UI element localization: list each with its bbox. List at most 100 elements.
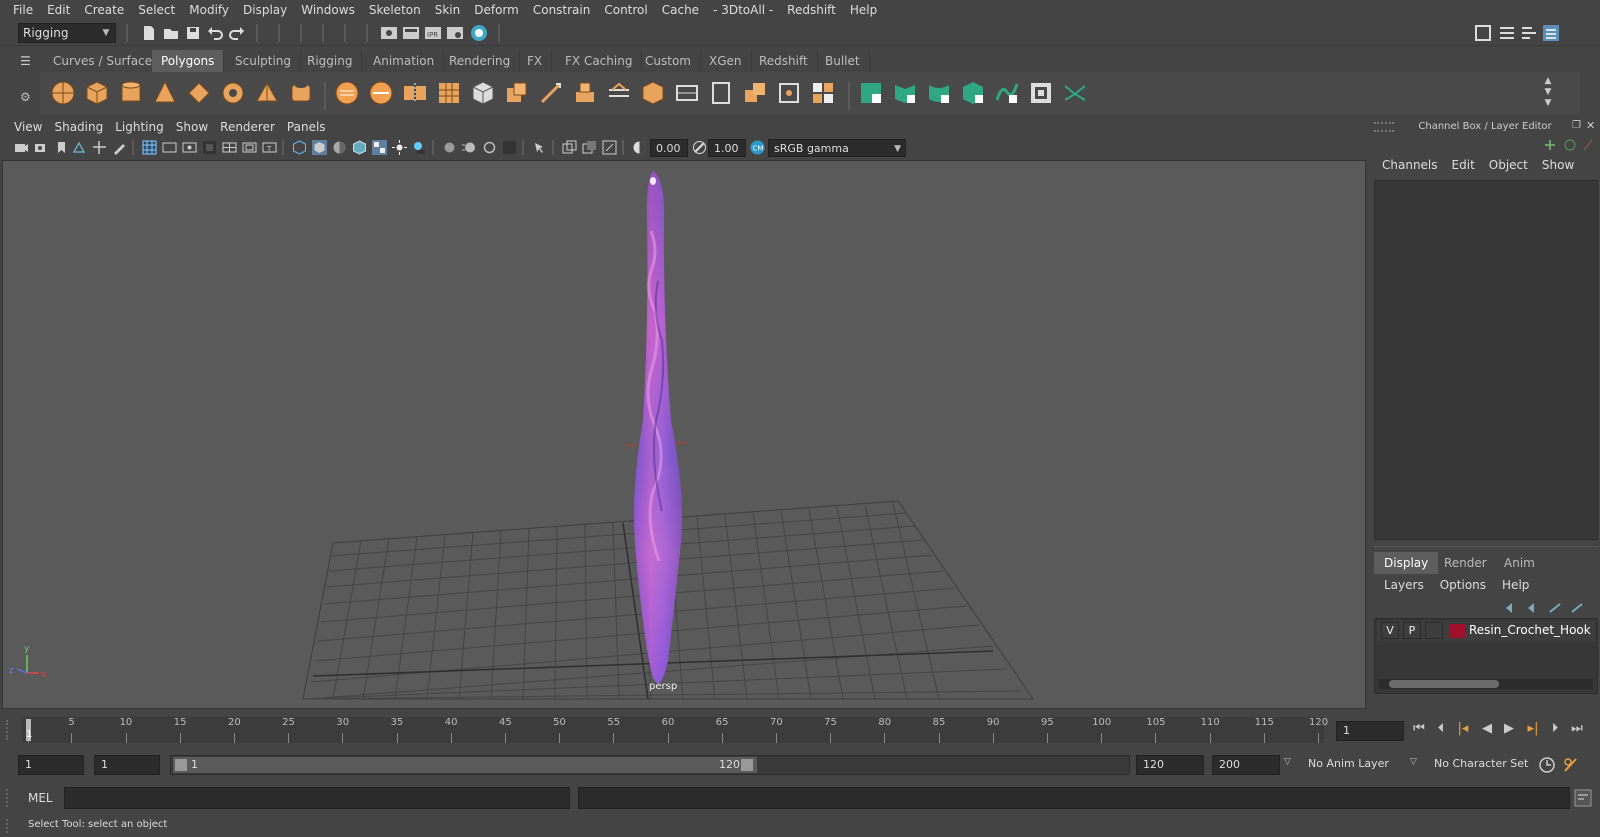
menu-3dtoall[interactable]: - 3DtoAll - xyxy=(706,3,780,17)
gear-icon[interactable]: ⚙ xyxy=(20,90,34,104)
float-panel-icon[interactable]: ❐ xyxy=(1572,120,1584,132)
extrude-icon[interactable] xyxy=(572,80,598,106)
render-settings-icon[interactable] xyxy=(446,24,464,42)
exposure-field[interactable]: 0.00 xyxy=(650,139,688,157)
perspective-viewport[interactable]: y x z persp xyxy=(2,160,1366,709)
layer-display-type-toggle[interactable] xyxy=(1425,622,1443,639)
command-input[interactable] xyxy=(64,787,570,809)
script-language-toggle[interactable]: MEL xyxy=(28,791,53,805)
save-scene-icon[interactable] xyxy=(184,24,202,42)
tab-custom[interactable]: Custom xyxy=(636,50,701,72)
tab-animation[interactable]: Animation xyxy=(364,50,445,72)
poly-sphere-icon[interactable] xyxy=(50,80,76,106)
vp-menu-view[interactable]: View xyxy=(8,120,48,134)
motion-blur-icon[interactable] xyxy=(462,140,477,155)
automatic-map-icon[interactable] xyxy=(742,80,768,106)
layer-menu-layers[interactable]: Layers xyxy=(1384,578,1424,592)
color-management-icon[interactable]: CM xyxy=(750,140,765,155)
rs-object-id-icon[interactable] xyxy=(960,80,986,106)
go-to-start-icon[interactable]: ⏮ xyxy=(1410,720,1428,738)
chevron-down-icon[interactable]: ▽ xyxy=(1284,757,1291,767)
anim-layer-dropdown[interactable]: No Anim Layer xyxy=(1302,755,1404,775)
channel-box-display-icons[interactable] xyxy=(1544,138,1594,152)
film-gate-icon[interactable] xyxy=(162,140,177,155)
hypershade-icon[interactable] xyxy=(470,24,488,42)
xray-joints-icon[interactable] xyxy=(582,140,597,155)
tab-xgen[interactable]: XGen xyxy=(700,50,752,72)
menu-deform[interactable]: Deform xyxy=(467,3,526,17)
cb-menu-show[interactable]: Show xyxy=(1542,158,1574,172)
render-view-icon[interactable] xyxy=(380,24,398,42)
camera-icon[interactable] xyxy=(14,140,29,155)
shadows-icon[interactable] xyxy=(412,140,427,155)
range-slider-end-handle[interactable] xyxy=(741,759,753,771)
layer-playback-toggle[interactable]: P xyxy=(1403,622,1421,639)
layer-name[interactable]: Resin_Crochet_Hook xyxy=(1469,623,1591,637)
xray-icon[interactable] xyxy=(562,140,577,155)
shelf-menu-icon[interactable]: ☰ xyxy=(20,54,34,68)
scene-end-field[interactable]: 200 xyxy=(1212,755,1280,775)
vp-menu-panels[interactable]: Panels xyxy=(281,120,332,134)
tab-render[interactable]: Render xyxy=(1434,552,1497,574)
rs-mesh-params-icon[interactable] xyxy=(858,80,884,106)
menu-skin[interactable]: Skin xyxy=(428,3,468,17)
vp-menu-renderer[interactable]: Renderer xyxy=(214,120,281,134)
channel-list[interactable] xyxy=(1374,180,1598,540)
safe-title-icon[interactable]: T xyxy=(262,140,277,155)
separate-icon[interactable] xyxy=(368,80,394,106)
layer-row[interactable]: V P Resin_Crochet_Hook xyxy=(1377,621,1595,641)
resolution-gate-icon[interactable] xyxy=(182,140,197,155)
panel-splitter[interactable] xyxy=(1374,546,1598,550)
range-slider-start-handle[interactable] xyxy=(175,759,187,771)
two-d-pan-icon[interactable] xyxy=(92,140,107,155)
helpline-drag-handle[interactable] xyxy=(6,819,14,833)
menu-skeleton[interactable]: Skeleton xyxy=(362,3,428,17)
cylindrical-map-icon[interactable] xyxy=(776,80,802,106)
poly-pyramid-icon[interactable] xyxy=(254,80,280,106)
new-scene-icon[interactable] xyxy=(140,24,158,42)
extract-icon[interactable] xyxy=(504,80,530,106)
poly-pipe-icon[interactable] xyxy=(288,80,314,106)
menu-modify[interactable]: Modify xyxy=(182,3,236,17)
menu-display[interactable]: Display xyxy=(236,3,294,17)
channel-box-toggle-icon[interactable] xyxy=(1542,24,1560,42)
layer-menu-options[interactable]: Options xyxy=(1440,578,1486,592)
layer-visibility-toggle[interactable]: V xyxy=(1381,622,1399,639)
smooth-shade-icon[interactable] xyxy=(312,140,327,155)
menu-windows[interactable]: Windows xyxy=(294,3,362,17)
textured-icon[interactable] xyxy=(372,140,387,155)
panel-drag-handle[interactable] xyxy=(1374,122,1394,132)
tab-rendering[interactable]: Rendering xyxy=(440,50,521,72)
range-slider[interactable]: 1 120 xyxy=(170,755,1130,775)
menu-constrain[interactable]: Constrain xyxy=(526,3,598,17)
mirror-icon[interactable] xyxy=(402,80,428,106)
rs-curve-icon[interactable] xyxy=(994,80,1020,106)
tab-display[interactable]: Display xyxy=(1374,552,1439,574)
auto-key-icon[interactable] xyxy=(1538,756,1556,774)
playback-end-field[interactable]: 120 xyxy=(1136,755,1204,775)
planar-map-icon[interactable] xyxy=(708,80,734,106)
gamma-field[interactable]: 1.00 xyxy=(708,139,746,157)
bevel-icon[interactable] xyxy=(640,80,666,106)
use-default-material-icon[interactable] xyxy=(332,140,347,155)
tab-fx-caching[interactable]: FX Caching xyxy=(556,50,643,72)
grid-icon[interactable] xyxy=(142,140,157,155)
poly-plane-icon[interactable] xyxy=(186,80,212,106)
ipr-render-icon[interactable]: IPR xyxy=(424,24,442,42)
timeline-drag-handle[interactable] xyxy=(6,720,14,740)
menu-edit[interactable]: Edit xyxy=(40,3,77,17)
current-frame-field[interactable]: 1 xyxy=(1336,721,1404,741)
modeling-toolkit-icon[interactable] xyxy=(1474,24,1492,42)
tab-anim[interactable]: Anim xyxy=(1494,552,1545,574)
safe-action-icon[interactable] xyxy=(242,140,257,155)
scrollbar-thumb[interactable] xyxy=(1389,680,1499,688)
character-set-dropdown[interactable]: No Character Set xyxy=(1428,755,1530,775)
tab-sculpting[interactable]: Sculpting xyxy=(226,50,302,72)
poly-cone-icon[interactable] xyxy=(152,80,178,106)
combine-icon[interactable] xyxy=(334,80,360,106)
range-slider-bar[interactable] xyxy=(173,757,757,773)
uv-editor-icon[interactable] xyxy=(674,80,700,106)
wireframe-icon[interactable] xyxy=(292,140,307,155)
reduce-icon[interactable] xyxy=(470,80,496,106)
render-frame-icon[interactable] xyxy=(402,24,420,42)
